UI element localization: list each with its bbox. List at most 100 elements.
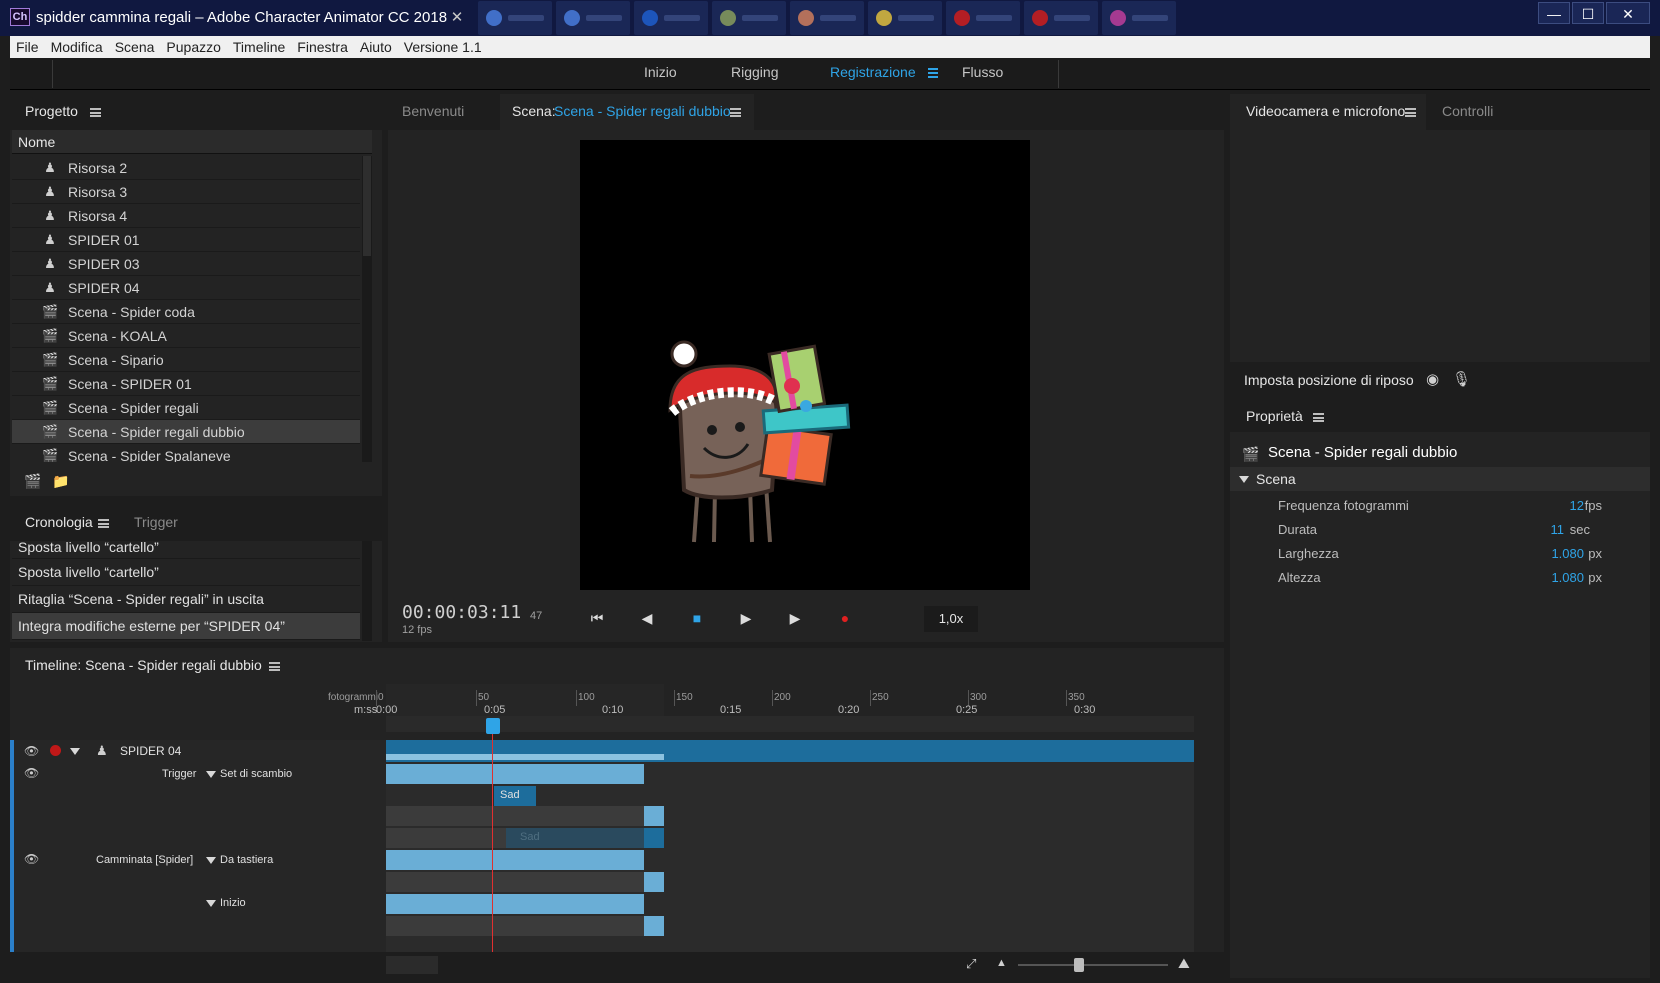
- tab-scene[interactable]: Scena: Scena - Spider regali dubbio: [500, 94, 754, 130]
- menu-pupazzo[interactable]: Pupazzo: [166, 39, 220, 55]
- visibility-eye-icon[interactable]: 👁: [24, 744, 39, 758]
- panel-menu-icon[interactable]: [90, 108, 101, 117]
- expand-icon[interactable]: [70, 748, 80, 755]
- menu-timeline[interactable]: Timeline: [233, 39, 285, 55]
- workspace-tab-registrazione[interactable]: Registrazione: [830, 64, 916, 80]
- menu-versione[interactable]: Versione 1.1: [404, 39, 482, 55]
- expand-icon[interactable]: [1239, 476, 1249, 483]
- property-group-scena[interactable]: Scena: [1230, 467, 1650, 491]
- project-item[interactable]: ♟ Risorsa 4: [12, 204, 360, 228]
- zoom-out-icon[interactable]: ▲: [996, 957, 1007, 969]
- minimize-button[interactable]: —: [1538, 2, 1570, 24]
- browser-tab[interactable]: [556, 1, 630, 35]
- menu-file[interactable]: File: [16, 39, 39, 55]
- history-item[interactable]: Integra modifiche esterne per “SPIDER 04…: [12, 613, 360, 640]
- horizontal-scrollbar[interactable]: [386, 956, 438, 974]
- zoom-slider-knob[interactable]: [1074, 958, 1084, 972]
- project-item[interactable]: 🎬 Scena - KOALA: [12, 324, 360, 348]
- tab-camera[interactable]: Videocamera e microfono: [1230, 94, 1426, 130]
- expand-icon[interactable]: [206, 900, 216, 907]
- workspace-tab-inizio[interactable]: Inizio: [644, 64, 677, 80]
- history-item[interactable]: Ritaglia “Scena - Spider regali” in usci…: [12, 586, 360, 613]
- history-item-label: Ritaglia “Scena - Spider regali” in usci…: [18, 591, 264, 607]
- project-item[interactable]: 🎬 Scena - SPIDER 01: [12, 372, 360, 396]
- record-arm-icon[interactable]: [50, 745, 61, 756]
- project-item[interactable]: ♟ SPIDER 01: [12, 228, 360, 252]
- browser-tab[interactable]: [868, 1, 942, 35]
- project-item[interactable]: 🎬 Scena - Spider regali dubbio: [12, 420, 360, 444]
- browser-tab[interactable]: [1024, 1, 1098, 35]
- playhead-handle[interactable]: [486, 718, 500, 734]
- folder-icon[interactable]: 📁: [52, 474, 70, 488]
- trigger-track-bar[interactable]: [386, 764, 644, 784]
- panel-title[interactable]: Proprietà: [1246, 408, 1303, 424]
- scrollbar[interactable]: [362, 541, 372, 641]
- panel-menu-icon[interactable]: [730, 108, 741, 117]
- panel-menu-icon[interactable]: [1313, 413, 1324, 422]
- tab-benvenuti[interactable]: Benvenuti: [402, 103, 464, 119]
- stop-icon[interactable]: ■: [686, 608, 708, 628]
- project-item[interactable]: 🎬 Scena - Spider regali: [12, 396, 360, 420]
- panel-title[interactable]: Progetto: [25, 103, 78, 119]
- visibility-eye-icon[interactable]: 👁: [24, 852, 39, 866]
- camera-icon[interactable]: ◉: [1426, 370, 1439, 388]
- project-item[interactable]: 🎬 Scena - Spider coda: [12, 300, 360, 324]
- workspace-tab-rigging[interactable]: Rigging: [731, 64, 778, 80]
- project-item[interactable]: ♟ SPIDER 04: [12, 276, 360, 300]
- property-value[interactable]: 11: [1551, 522, 1565, 537]
- menu-finestra[interactable]: Finestra: [297, 39, 348, 55]
- menu-scena[interactable]: Scena: [115, 39, 155, 55]
- project-item[interactable]: ♟ Risorsa 2: [12, 156, 360, 180]
- zoom-in-icon[interactable]: ⛰: [1178, 955, 1190, 972]
- history-item[interactable]: Sposta livello “cartello”: [12, 541, 360, 559]
- fit-view-icon[interactable]: ⤢: [966, 956, 976, 972]
- workspace-menu-icon[interactable]: [928, 68, 938, 78]
- tab-trigger[interactable]: Trigger: [134, 514, 178, 530]
- tab-cronologia[interactable]: Cronologia: [25, 514, 93, 530]
- maximize-button[interactable]: ☐: [1572, 2, 1604, 24]
- workspace-tab-flusso[interactable]: Flusso: [962, 64, 1003, 80]
- scrollbar-thumb[interactable]: [363, 156, 371, 256]
- record-icon[interactable]: ●: [834, 608, 856, 628]
- browser-tab[interactable]: [1102, 1, 1176, 35]
- property-value[interactable]: 1.080: [1551, 570, 1584, 585]
- panel-menu-icon[interactable]: [269, 662, 280, 671]
- browser-tab[interactable]: [712, 1, 786, 35]
- panel-menu-icon[interactable]: [98, 519, 109, 528]
- scene-canvas[interactable]: [580, 140, 1030, 590]
- project-item[interactable]: ♟ Risorsa 3: [12, 180, 360, 204]
- browser-tab[interactable]: [478, 1, 552, 35]
- tab-controlli[interactable]: Controlli: [1442, 103, 1493, 119]
- microphone-icon[interactable]: 🎙: [1452, 370, 1471, 388]
- browser-tab[interactable]: [946, 1, 1020, 35]
- menu-aiuto[interactable]: Aiuto: [360, 39, 392, 55]
- zoom-level[interactable]: 1,0x: [924, 606, 978, 632]
- start-track-bar[interactable]: [386, 894, 644, 914]
- expand-icon[interactable]: [206, 771, 216, 778]
- new-scene-icon[interactable]: 🎬: [24, 474, 42, 488]
- menu-modifica[interactable]: Modifica: [51, 39, 103, 55]
- step-back-icon[interactable]: ◀: [636, 608, 658, 628]
- close-tab-icon[interactable]: ✕: [448, 9, 466, 27]
- play-icon[interactable]: ▶: [735, 608, 757, 628]
- column-header[interactable]: Nome: [12, 130, 372, 154]
- property-value[interactable]: 12: [1570, 498, 1584, 513]
- browser-tab[interactable]: [790, 1, 864, 35]
- rest-pose-button[interactable]: Imposta posizione di riposo: [1244, 372, 1414, 388]
- panel-title[interactable]: Timeline: Scena - Spider regali dubbio: [25, 657, 262, 673]
- close-button[interactable]: ✕: [1606, 2, 1650, 24]
- project-item[interactable]: ♟ SPIDER 03: [12, 252, 360, 276]
- walk-track-bar[interactable]: [386, 850, 644, 870]
- property-value[interactable]: 1.080: [1551, 546, 1584, 561]
- step-forward-icon[interactable]: ▶: [784, 608, 806, 628]
- browser-tab[interactable]: [634, 1, 708, 35]
- expand-icon[interactable]: [206, 857, 216, 864]
- zoom-slider-track[interactable]: [1018, 964, 1168, 966]
- panel-menu-icon[interactable]: [1405, 108, 1416, 117]
- history-item[interactable]: Sposta livello “cartello”: [12, 559, 360, 586]
- visibility-eye-icon[interactable]: 👁: [24, 766, 39, 780]
- go-to-start-icon[interactable]: ⏮: [586, 608, 608, 628]
- project-item[interactable]: 🎬 Scena - Spider Spalaneve: [12, 444, 360, 462]
- scrollbar[interactable]: [362, 156, 372, 462]
- project-item[interactable]: 🎬 Scena - Sipario: [12, 348, 360, 372]
